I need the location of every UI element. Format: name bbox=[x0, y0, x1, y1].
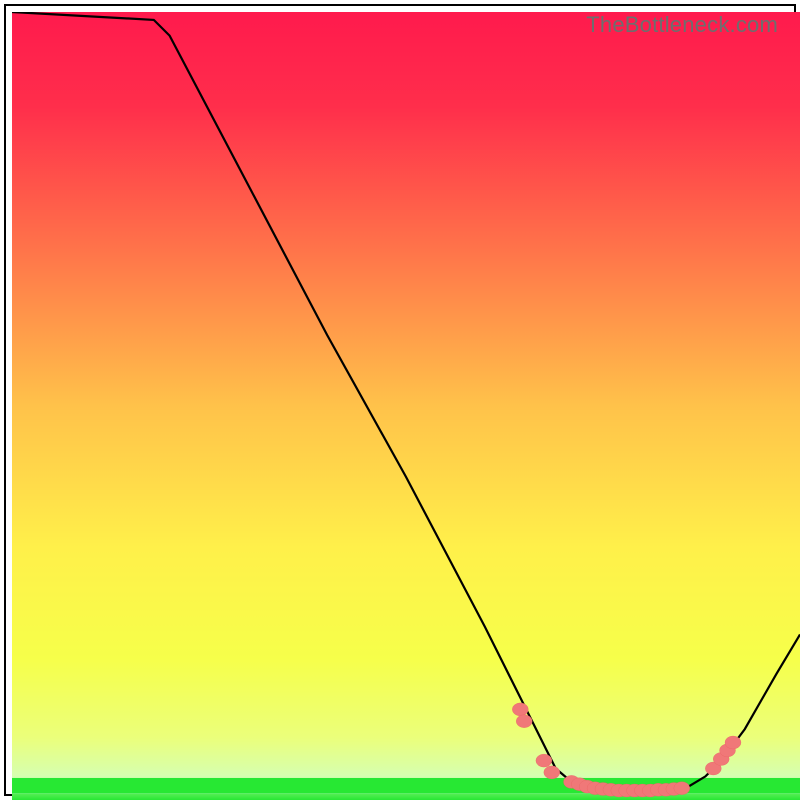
watermark-text: TheBottleneck.com bbox=[586, 12, 778, 38]
chart-frame: TheBottleneck.com bbox=[4, 4, 796, 796]
marker-dot bbox=[536, 754, 552, 767]
marker-dot bbox=[674, 782, 690, 795]
marker-dot bbox=[512, 703, 528, 716]
bottleneck-curve bbox=[12, 12, 800, 791]
marker-dot bbox=[725, 736, 741, 749]
marker-dot bbox=[544, 766, 560, 779]
curve-layer bbox=[12, 12, 800, 800]
marker-dot bbox=[516, 715, 532, 728]
